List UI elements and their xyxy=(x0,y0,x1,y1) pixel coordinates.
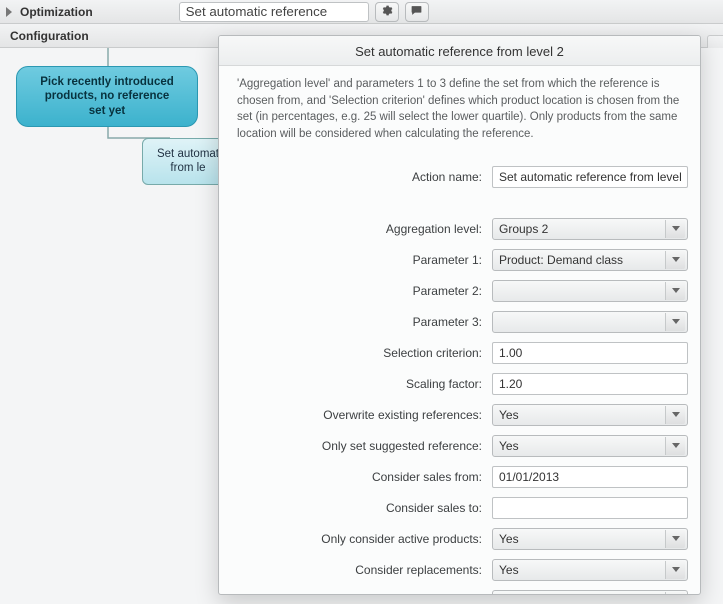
input-selection-criterion[interactable] xyxy=(492,342,688,364)
select-overwrite-existing[interactable]: Yes xyxy=(492,404,688,426)
chevron-down-icon xyxy=(665,251,685,269)
speech-bubble-icon xyxy=(410,4,423,20)
chevron-down-icon xyxy=(665,592,685,595)
label-param1: Parameter 1: xyxy=(237,253,492,267)
select-param3[interactable] xyxy=(492,311,688,333)
select-param2[interactable] xyxy=(492,280,688,302)
flow-node-label: Pick recently introduced products, no re… xyxy=(40,76,174,117)
select-only-suggested[interactable]: Yes xyxy=(492,435,688,457)
select-replacements[interactable]: Yes xyxy=(492,559,688,581)
label-replacements: Consider replacements: xyxy=(237,563,492,577)
chevron-down-icon xyxy=(665,282,685,300)
tab-label-optimization[interactable]: Optimization xyxy=(20,5,93,19)
action-name-display[interactable] xyxy=(179,2,369,22)
chevron-down-icon xyxy=(665,313,685,331)
dialog-form: Action name: Aggregation level: Groups 2… xyxy=(219,151,700,595)
dialog-title: Set automatic reference from level 2 xyxy=(219,36,700,66)
select-active-products[interactable]: Yes xyxy=(492,528,688,550)
select-param1[interactable]: Product: Demand class xyxy=(492,249,688,271)
settings-button[interactable] xyxy=(375,2,399,22)
input-sales-to[interactable] xyxy=(492,497,688,519)
dialog-set-automatic-reference: Set automatic reference from level 2 'Ag… xyxy=(218,35,701,595)
chevron-down-icon xyxy=(665,220,685,238)
chevron-down-icon xyxy=(665,530,685,548)
label-scaling-factor: Scaling factor: xyxy=(237,377,492,391)
dialog-description: 'Aggregation level' and parameters 1 to … xyxy=(219,66,700,151)
select-references[interactable]: Yes xyxy=(492,590,688,595)
topbar: Optimization xyxy=(0,0,723,24)
input-scaling-factor[interactable] xyxy=(492,373,688,395)
flow-node-pick-recent[interactable]: Pick recently introduced products, no re… xyxy=(16,66,198,127)
select-aggregation-level[interactable]: Groups 2 xyxy=(492,218,688,240)
expand-icon[interactable] xyxy=(6,7,12,17)
label-active-products: Only consider active products: xyxy=(237,532,492,546)
label-action-name: Action name: xyxy=(237,170,492,184)
label-selection-criterion: Selection criterion: xyxy=(237,346,492,360)
label-sales-from: Consider sales from: xyxy=(237,470,492,484)
input-action-name[interactable] xyxy=(492,166,688,188)
label-overwrite-existing: Overwrite existing references: xyxy=(237,408,492,422)
chevron-down-icon xyxy=(665,437,685,455)
label-param2: Parameter 2: xyxy=(237,284,492,298)
config-label[interactable]: Configuration xyxy=(10,29,89,43)
label-aggregation-level: Aggregation level: xyxy=(237,222,492,236)
gear-icon xyxy=(380,4,393,20)
input-sales-from[interactable] xyxy=(492,466,688,488)
comment-button[interactable] xyxy=(405,2,429,22)
flow-node-label: Set automat from le xyxy=(157,148,219,174)
label-sales-to: Consider sales to: xyxy=(237,501,492,515)
label-references: Consider references: xyxy=(237,594,492,595)
label-param3: Parameter 3: xyxy=(237,315,492,329)
chevron-down-icon xyxy=(665,561,685,579)
label-only-suggested: Only set suggested reference: xyxy=(237,439,492,453)
chevron-down-icon xyxy=(665,406,685,424)
